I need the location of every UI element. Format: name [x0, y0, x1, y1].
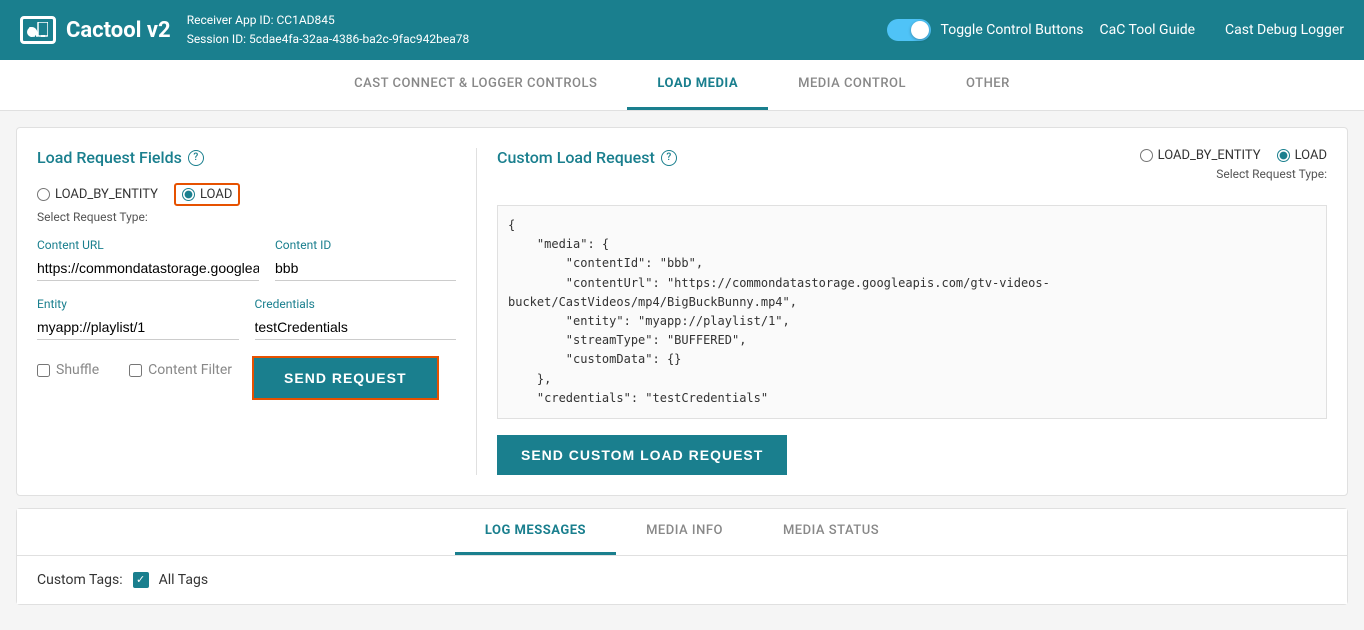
radio-load-by-entity[interactable]: LOAD_BY_ENTITY — [37, 187, 158, 202]
toggle-control-buttons[interactable] — [887, 19, 931, 41]
radio-load-input[interactable] — [182, 188, 195, 201]
left-panel: Load Request Fields ? LOAD_BY_ENTITY LOA… — [37, 148, 477, 475]
tab-media-control[interactable]: MEDIA CONTROL — [768, 60, 936, 110]
content-filter-checkbox[interactable] — [129, 364, 142, 377]
load-media-card: Load Request Fields ? LOAD_BY_ENTITY LOA… — [16, 127, 1348, 496]
tab-media-status[interactable]: MEDIA STATUS — [753, 509, 909, 555]
content-filter-checkbox-label[interactable]: Content Filter — [129, 362, 232, 378]
all-tags-label: All Tags — [159, 572, 208, 588]
custom-request-type-row: LOAD_BY_ENTITY LOAD Select Request Type: — [1140, 148, 1327, 195]
custom-radio-load-input[interactable] — [1277, 149, 1290, 162]
json-content-area[interactable]: { "media": { "contentId": "bbb", "conten… — [497, 205, 1327, 419]
all-tags-checkbox[interactable] — [133, 572, 149, 588]
content-url-field: Content URL — [37, 238, 259, 281]
cast-logo-icon — [20, 16, 56, 44]
tab-other[interactable]: OTHER — [936, 60, 1040, 110]
tab-log-messages[interactable]: LOG MESSAGES — [455, 509, 616, 555]
custom-load-header: Custom Load Request ? LOAD_BY_ENTITY LOA… — [497, 148, 1327, 195]
custom-radio-load[interactable]: LOAD — [1277, 148, 1327, 163]
receiver-app-id: Receiver App ID: CC1AD845 — [187, 11, 470, 30]
content-id-field: Content ID — [275, 238, 456, 281]
session-id: Session ID: 5cdae4fa-32aa-4386-ba2c-9fac… — [187, 30, 470, 49]
toggle-area: Toggle Control Buttons — [887, 19, 1084, 41]
custom-select-request-type-label: Select Request Type: — [1140, 167, 1327, 181]
radio-load[interactable]: LOAD — [174, 183, 240, 206]
form-row-url-id: Content URL Content ID — [37, 238, 456, 281]
custom-load-request-title: Custom Load Request ? — [497, 148, 677, 167]
credentials-input[interactable] — [255, 315, 457, 340]
cac-tool-guide-link[interactable]: CaC Tool Guide — [1100, 22, 1196, 38]
load-request-help-icon[interactable]: ? — [188, 150, 204, 166]
app-header: Cactool v2 Receiver App ID: CC1AD845 Ses… — [0, 0, 1364, 60]
main-nav: CAST CONNECT & LOGGER CONTROLS LOAD MEDI… — [0, 60, 1364, 111]
content-id-label: Content ID — [275, 238, 456, 252]
entity-input[interactable] — [37, 315, 239, 340]
content-url-label: Content URL — [37, 238, 259, 252]
toggle-label: Toggle Control Buttons — [941, 22, 1084, 38]
checkbox-row: Shuffle Content Filter — [37, 362, 232, 378]
content-id-input[interactable] — [275, 256, 456, 281]
header-links: CaC Tool Guide Cast Debug Logger — [1100, 22, 1345, 38]
tab-load-media[interactable]: LOAD MEDIA — [627, 60, 768, 110]
credentials-label: Credentials — [255, 297, 457, 311]
credentials-field: Credentials — [255, 297, 457, 340]
tab-media-info[interactable]: MEDIA INFO — [616, 509, 753, 555]
shuffle-checkbox[interactable] — [37, 364, 50, 377]
radio-load-by-entity-input[interactable] — [37, 188, 50, 201]
send-request-button[interactable]: SEND REQUEST — [252, 356, 438, 400]
load-request-fields-title: Load Request Fields ? — [37, 148, 456, 167]
right-panel: Custom Load Request ? LOAD_BY_ENTITY LOA… — [477, 148, 1327, 475]
entity-field: Entity — [37, 297, 239, 340]
tab-cast-connect[interactable]: CAST CONNECT & LOGGER CONTROLS — [324, 60, 627, 110]
custom-radio-load-by-entity-input[interactable] — [1140, 149, 1153, 162]
custom-radio-load-by-entity[interactable]: LOAD_BY_ENTITY — [1140, 148, 1261, 163]
shuffle-checkbox-label[interactable]: Shuffle — [37, 362, 99, 378]
logo-area: Cactool v2 — [20, 16, 171, 44]
bottom-section: LOG MESSAGES MEDIA INFO MEDIA STATUS Cus… — [16, 508, 1348, 605]
entity-label: Entity — [37, 297, 239, 311]
main-content: Load Request Fields ? LOAD_BY_ENTITY LOA… — [0, 111, 1364, 621]
custom-tags-label: Custom Tags: — [37, 572, 123, 588]
custom-load-help-icon[interactable]: ? — [661, 150, 677, 166]
request-type-row: LOAD_BY_ENTITY LOAD — [37, 183, 456, 206]
select-request-type-label: Select Request Type: — [37, 210, 456, 224]
custom-tags-row: Custom Tags: All Tags — [17, 556, 1347, 604]
bottom-tabs: LOG MESSAGES MEDIA INFO MEDIA STATUS — [17, 509, 1347, 556]
content-url-input[interactable] — [37, 256, 259, 281]
form-row-entity-creds: Entity Credentials — [37, 297, 456, 340]
cast-debug-logger-link[interactable]: Cast Debug Logger — [1225, 22, 1344, 38]
header-info: Receiver App ID: CC1AD845 Session ID: 5c… — [187, 11, 470, 49]
logo-text: Cactool v2 — [66, 18, 171, 43]
send-custom-load-request-button[interactable]: SEND CUSTOM LOAD REQUEST — [497, 435, 787, 475]
